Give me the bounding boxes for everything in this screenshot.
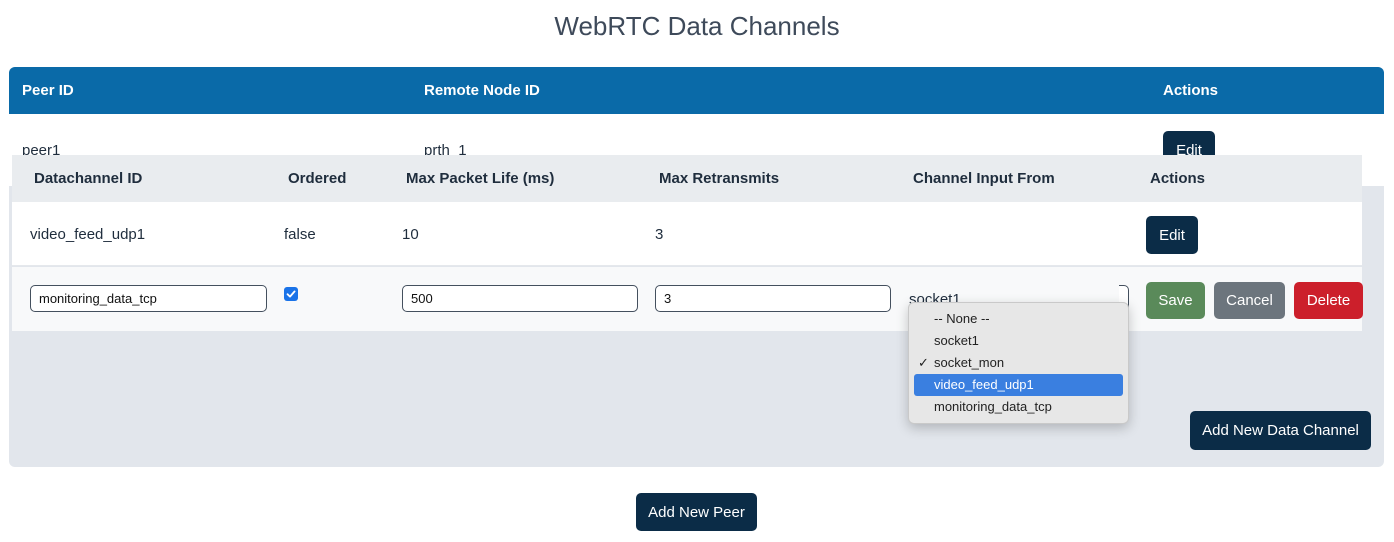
delete-button[interactable]: Delete: [1294, 282, 1363, 319]
datachannels-table: Datachannel ID Ordered Max Packet Life (…: [12, 155, 1363, 331]
edit-row: Save Cancel Delete: [12, 267, 1363, 331]
dropdown-option-video-feed-udp1[interactable]: video_feed_udp1: [914, 374, 1123, 396]
dropdown-option-label: video_feed_udp1: [934, 377, 1034, 392]
max-retransmits-input[interactable]: [655, 285, 891, 312]
max-packet-life-input[interactable]: [402, 285, 638, 312]
header-channel-input-from: Channel Input From: [913, 170, 1055, 187]
dropdown-option-socket1[interactable]: socket1: [914, 330, 1123, 352]
add-data-channel-button[interactable]: Add New Data Channel: [1190, 411, 1371, 450]
header-remote-node-id: Remote Node ID: [424, 82, 540, 99]
max-packet-life-cell: 10: [402, 226, 419, 243]
table-row: video_feed_udp1 false 10 3 Edit: [12, 202, 1362, 266]
save-button[interactable]: Save: [1146, 282, 1205, 319]
datachannel-id-input[interactable]: [30, 285, 267, 312]
datachannels-table-header: Datachannel ID Ordered Max Packet Life (…: [12, 155, 1362, 202]
dropdown-option-label: -- None --: [934, 311, 990, 326]
header-peer-id: Peer ID: [22, 82, 74, 99]
add-peer-button[interactable]: Add New Peer: [636, 493, 757, 531]
ordered-checkbox[interactable]: [284, 287, 298, 301]
dropdown-option-none[interactable]: -- None --: [914, 308, 1123, 330]
max-retransmits-cell: 3: [655, 226, 664, 243]
channel-input-dropdown[interactable]: -- None -- socket1 ✓ socket_mon video_fe…: [908, 302, 1129, 424]
dropdown-option-monitoring-data-tcp[interactable]: monitoring_data_tcp: [914, 396, 1123, 418]
datachannel-edit-button[interactable]: Edit: [1146, 216, 1198, 254]
header-datachannel-id: Datachannel ID: [34, 170, 143, 187]
header-actions: Actions: [1163, 82, 1219, 99]
peers-table-header: Peer ID Remote Node ID Actions: [9, 67, 1384, 114]
cancel-button[interactable]: Cancel: [1214, 282, 1285, 319]
dropdown-option-label: socket1: [934, 333, 979, 348]
page-title: WebRTC Data Channels: [554, 11, 840, 41]
datachannel-id-cell: video_feed_udp1: [30, 226, 146, 243]
checkmark-icon: ✓: [918, 355, 929, 370]
dropdown-option-label: monitoring_data_tcp: [934, 399, 1052, 414]
header-ordered: Ordered: [288, 170, 347, 187]
dropdown-option-socket-mon[interactable]: ✓ socket_mon: [914, 352, 1123, 374]
header-max-retransmits: Max Retransmits: [659, 170, 780, 187]
header-actions: Actions: [1150, 170, 1206, 187]
ordered-cell: false: [284, 226, 316, 243]
header-max-packet-life: Max Packet Life (ms): [406, 170, 555, 187]
dropdown-option-label: socket_mon: [934, 355, 1005, 370]
check-icon: [286, 290, 296, 298]
